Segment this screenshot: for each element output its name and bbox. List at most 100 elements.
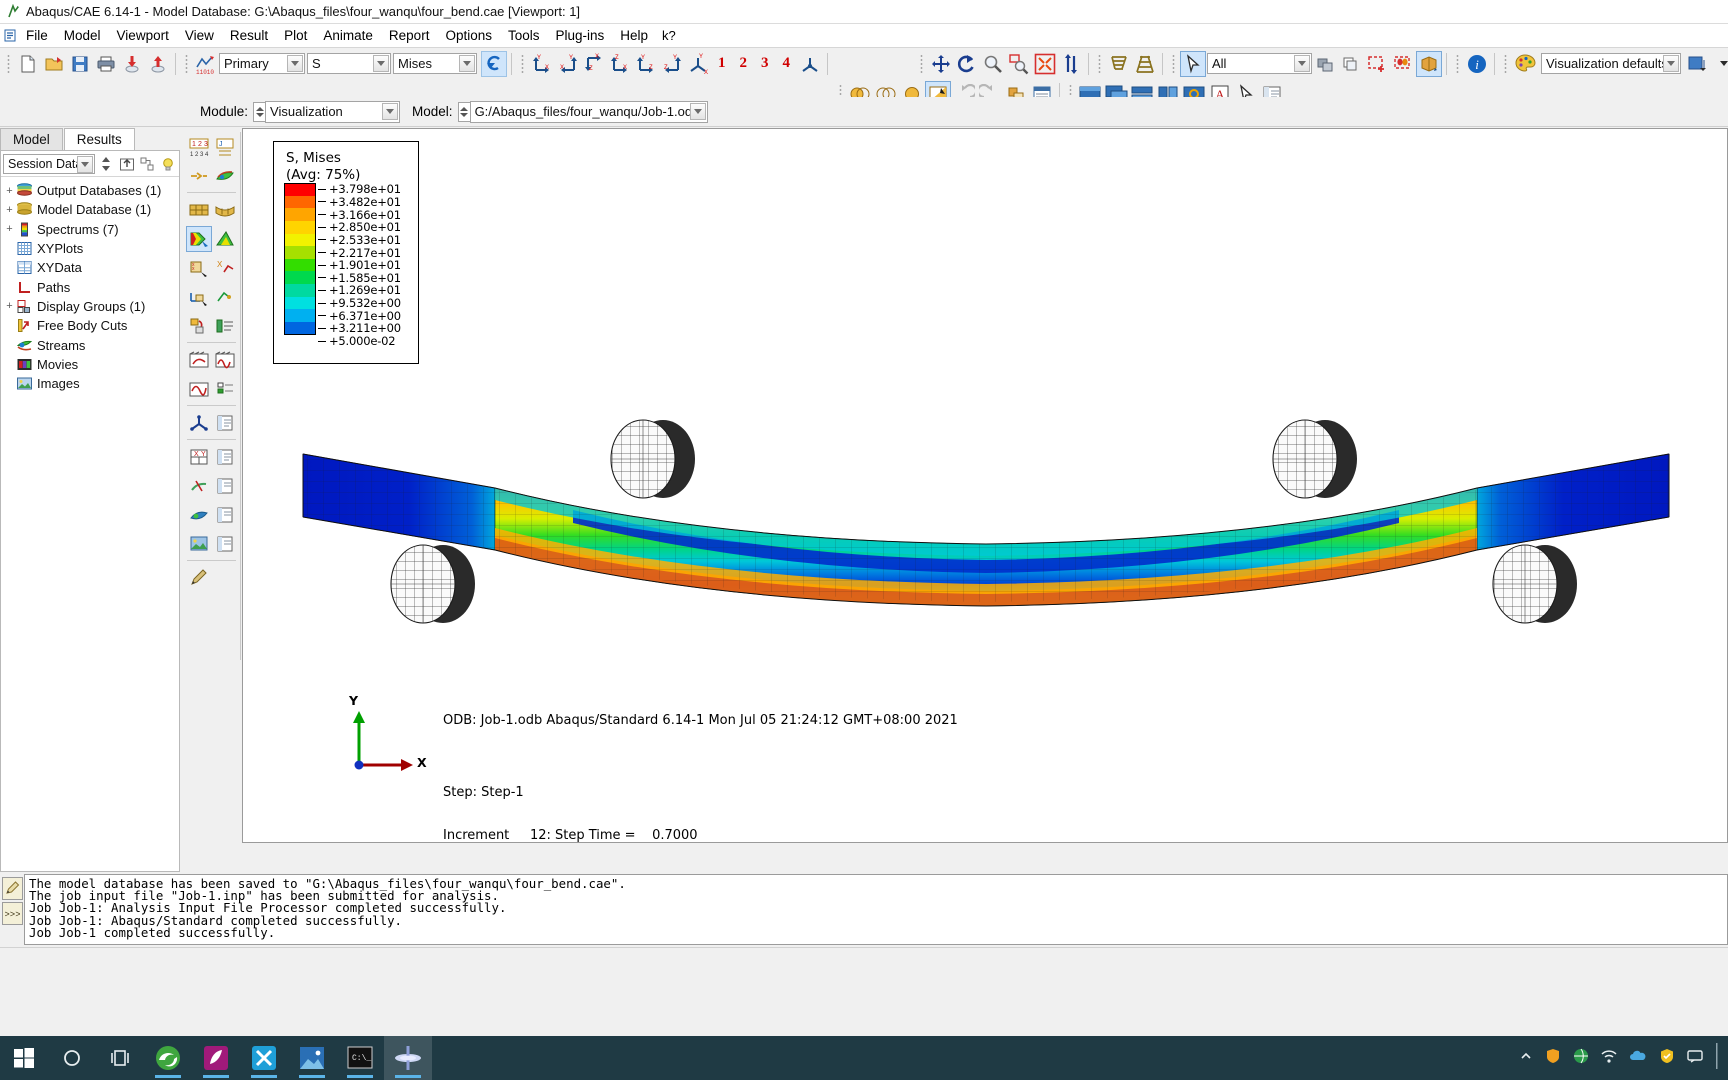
message-log-text[interactable]: The model database has been saved to "G:… xyxy=(24,874,1728,945)
tree-sort-button[interactable] xyxy=(97,154,116,174)
view-iso-button[interactable]: YX xyxy=(685,51,711,77)
tree-item-spectrums[interactable]: + Spectrums (7) xyxy=(3,220,179,239)
replace-display-group-button[interactable] xyxy=(1390,51,1416,77)
tray-browser-icon[interactable] xyxy=(1573,1048,1589,1069)
field-output-dialog-button[interactable]: 11010 xyxy=(193,51,219,77)
export-button[interactable] xyxy=(145,51,171,77)
menu-animate[interactable]: Animate xyxy=(315,26,381,45)
query-information-button[interactable]: i xyxy=(1464,51,1490,77)
create-xy-data-button[interactable]: XY xyxy=(186,444,212,470)
toolbar-grip-icon[interactable] xyxy=(5,52,12,75)
command-prompt-taskbar-icon[interactable]: C:\_ xyxy=(336,1036,384,1080)
help-pointer-icon[interactable]: k? xyxy=(656,26,682,45)
toolbar-grip-icon[interactable] xyxy=(918,52,925,75)
tree-item-free-body-cuts[interactable]: Free Body Cuts xyxy=(3,316,179,335)
create-path-button[interactable] xyxy=(186,410,212,436)
tree-filter-button[interactable] xyxy=(138,154,157,174)
stream-manager-button[interactable] xyxy=(212,502,238,528)
tree-item-xydata[interactable]: XYData xyxy=(3,258,179,277)
task-view-button[interactable] xyxy=(96,1036,144,1080)
free-body-cut-manager-button[interactable] xyxy=(212,473,238,499)
chevron-down-icon[interactable] xyxy=(373,55,389,72)
probe-values-button[interactable] xyxy=(212,284,238,310)
tray-shield-icon[interactable] xyxy=(1545,1048,1561,1069)
create-stream-button[interactable] xyxy=(186,502,212,528)
menu-model[interactable]: Model xyxy=(56,26,109,45)
chevron-down-icon[interactable] xyxy=(77,155,93,173)
tree-item-movies[interactable]: Movies xyxy=(3,355,179,374)
tree-item-images[interactable]: Images xyxy=(3,374,179,393)
tree-item-display-groups[interactable]: + Display Groups (1) xyxy=(3,297,179,316)
view-yx-button[interactable]: YX xyxy=(555,51,581,77)
replace-all-button[interactable] xyxy=(1416,50,1442,77)
toolbar-grip-icon[interactable] xyxy=(1454,52,1461,75)
tree-item-model-database[interactable]: + Model Database (1) xyxy=(3,200,179,219)
tab-model[interactable]: Model xyxy=(0,128,63,150)
save-image-button[interactable] xyxy=(186,531,212,557)
tray-cloud-icon[interactable] xyxy=(1629,1049,1647,1068)
toolbar-grip-icon[interactable] xyxy=(1502,52,1509,75)
toolbar-grip-icon[interactable] xyxy=(1096,52,1103,75)
xy-data-plot-button[interactable]: X xyxy=(212,255,238,281)
menu-plugins[interactable]: Plug-ins xyxy=(548,26,613,45)
xmind-app-taskbar-icon[interactable] xyxy=(240,1036,288,1080)
viewport-style-combo[interactable]: Visualization defaults xyxy=(1541,53,1681,74)
menu-file[interactable]: File xyxy=(18,26,56,45)
tree-item-xyplots[interactable]: XYPlots xyxy=(3,239,179,258)
create-free-body-cut-button[interactable] xyxy=(186,473,212,499)
probe-pen-button[interactable] xyxy=(186,565,212,591)
saved-view-4-button[interactable]: 4 xyxy=(776,55,798,72)
tree-source-combo[interactable]: Session Data xyxy=(3,153,95,174)
module-spinner[interactable] xyxy=(253,101,266,122)
abaqus-cae-taskbar-icon[interactable] xyxy=(384,1036,432,1080)
save-button[interactable] xyxy=(67,51,93,77)
menu-report[interactable]: Report xyxy=(381,26,438,45)
view-zy-button[interactable]: ZX xyxy=(607,51,633,77)
tray-network-icon[interactable] xyxy=(1601,1049,1617,1068)
import-button[interactable] xyxy=(119,51,145,77)
select-entities-button[interactable] xyxy=(1312,51,1338,77)
create-display-group-button[interactable] xyxy=(1364,51,1390,77)
kernel-prompt-icon[interactable]: >>> xyxy=(1,902,23,925)
saved-view-1-button[interactable]: 1 xyxy=(711,55,733,72)
plot-undeformed-button[interactable] xyxy=(186,197,212,223)
chevron-down-icon[interactable] xyxy=(382,102,399,120)
tree-move-up-button[interactable] xyxy=(118,154,137,174)
plot-deformed-button[interactable] xyxy=(212,197,238,223)
display-group-button[interactable] xyxy=(1338,51,1364,77)
photos-app-taskbar-icon[interactable] xyxy=(288,1036,336,1080)
edge-browser-taskbar-icon[interactable] xyxy=(144,1036,192,1080)
chevron-down-icon[interactable] xyxy=(287,55,303,72)
view-yz-button[interactable]: YZ xyxy=(633,51,659,77)
expand-icon[interactable]: + xyxy=(3,185,16,197)
query-tool-button[interactable] xyxy=(186,284,212,310)
expand-icon[interactable]: + xyxy=(3,223,16,235)
open-file-button[interactable] xyxy=(41,51,67,77)
field-output-variable-combo[interactable]: S xyxy=(307,53,391,74)
apply-view-button[interactable] xyxy=(797,51,823,77)
animate-scale-factor-button[interactable] xyxy=(186,347,212,373)
viewport-1[interactable]: S, Mises (Avg: 75%) +3.798e+01 +3.482e+01… xyxy=(242,128,1728,843)
menu-tools[interactable]: Tools xyxy=(500,26,548,45)
tree-item-output-databases[interactable]: + Output Databases (1) xyxy=(3,181,179,200)
tray-show-desktop-button[interactable] xyxy=(1715,1042,1720,1074)
chevron-down-icon[interactable] xyxy=(689,102,706,120)
menu-plot[interactable]: Plot xyxy=(276,26,315,45)
tab-results[interactable]: Results xyxy=(63,128,135,150)
tray-security-icon[interactable] xyxy=(1659,1048,1675,1069)
expand-icon[interactable]: + xyxy=(3,300,16,312)
field-output-primary-combo[interactable]: Primary xyxy=(219,53,305,74)
selection-pointer-button[interactable] xyxy=(1180,50,1206,77)
toolbar-grip-icon[interactable] xyxy=(183,52,190,75)
color-code-button[interactable] xyxy=(1512,51,1538,77)
element-labels-button[interactable]: J xyxy=(212,134,238,160)
symbol-plot-button[interactable] xyxy=(186,163,212,189)
node-labels-button[interactable]: 123 1 2 3 4 xyxy=(186,134,212,160)
saved-view-2-button[interactable]: 2 xyxy=(733,55,755,72)
toolbar-grip-icon[interactable] xyxy=(1170,52,1177,75)
xy-data-manager-button[interactable] xyxy=(212,444,238,470)
create-display-group-tool-button[interactable] xyxy=(186,313,212,339)
path-manager-button[interactable] xyxy=(212,410,238,436)
tray-expand-icon[interactable] xyxy=(1519,1049,1533,1068)
menu-viewport[interactable]: Viewport xyxy=(109,26,177,45)
